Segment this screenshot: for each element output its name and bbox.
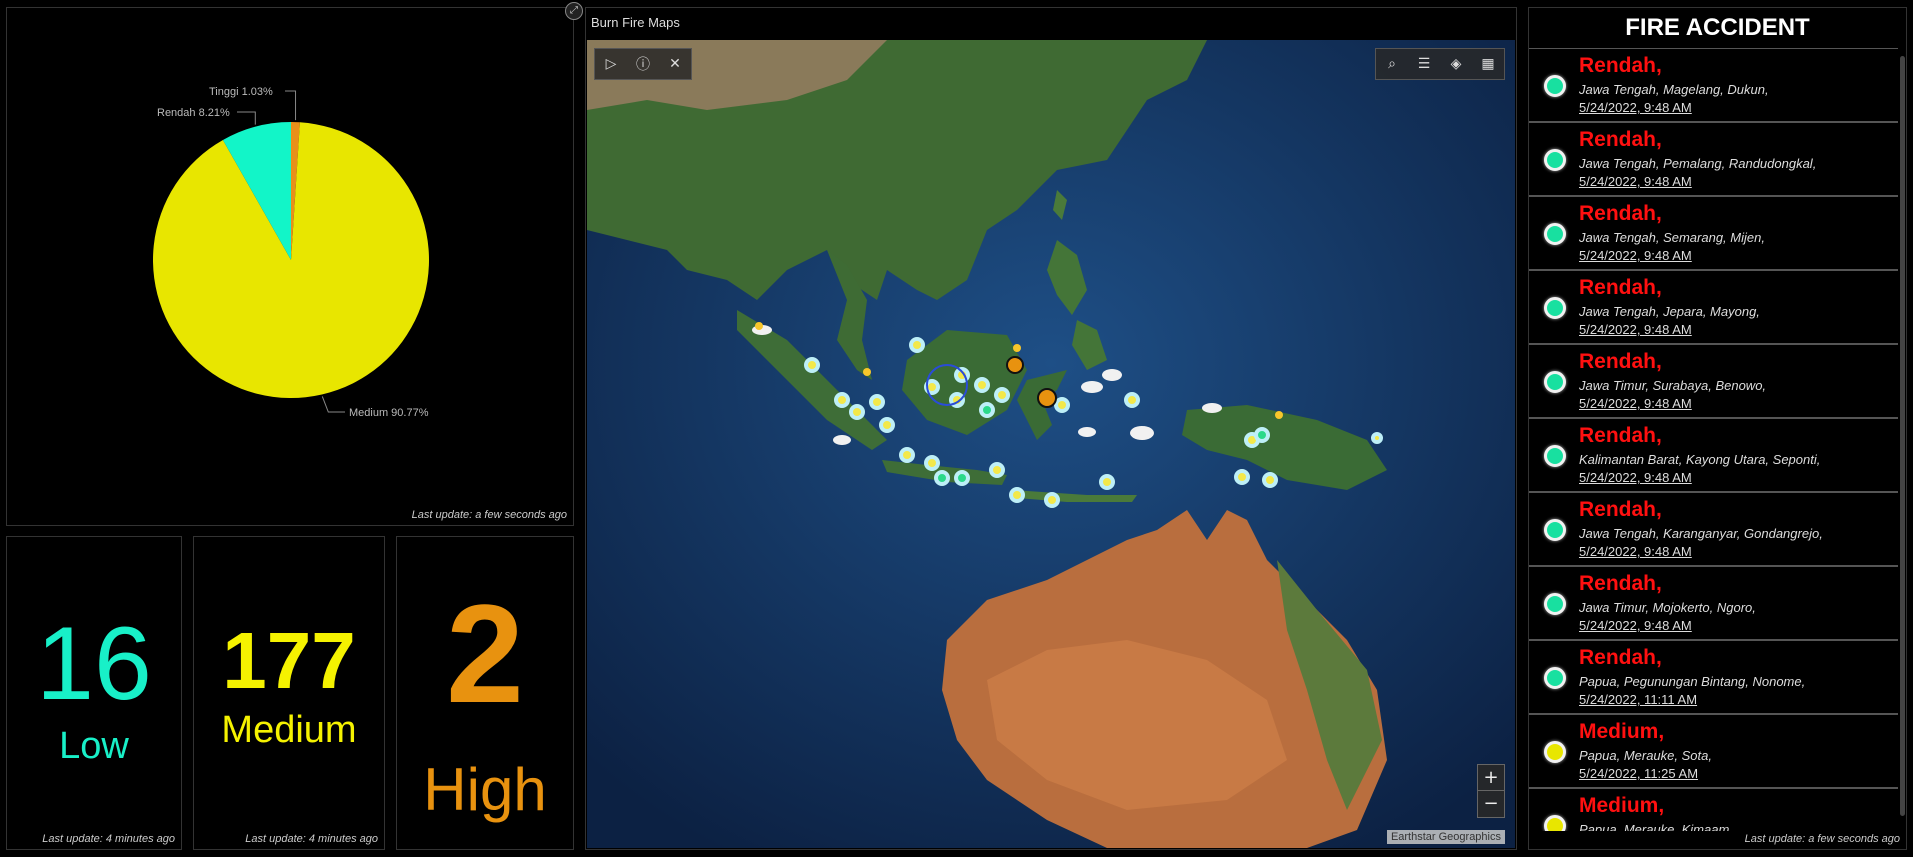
indicator-high-label: High — [423, 756, 547, 823]
list-item[interactable]: Rendah, Jawa Timur, Mojokerto, Ngoro, 5/24… — [1529, 566, 1898, 640]
item-level: Rendah, — [1579, 424, 1662, 447]
item-level: Rendah, — [1579, 350, 1662, 373]
list-item[interactable]: Rendah, Kalimantan Barat, Kayong Utara, S… — [1529, 418, 1898, 492]
pie-chart: Tinggi 1.03% Medium 90.77% Rendah 8.21% — [152, 86, 429, 419]
item-level: Rendah, — [1579, 498, 1662, 521]
indicator-high: 2 High — [396, 536, 574, 850]
item-location: Papua, Pegunungan Bintang, Nonome, — [1579, 674, 1806, 689]
item-location: Jawa Tengah, Semarang, Mijen, — [1579, 230, 1765, 245]
pie-label-medium: Medium 90.77% — [349, 407, 429, 419]
status-dot-icon — [1544, 667, 1566, 689]
layers-icon[interactable]: ◈ — [1440, 49, 1472, 79]
item-location: Jawa Tengah, Karanganyar, Gondangrejo, — [1579, 526, 1823, 541]
indicator-medium: 177 Medium Last update: 4 minutes ago — [193, 536, 385, 850]
item-level: Rendah, — [1579, 128, 1662, 151]
list-item[interactable]: Rendah, Jawa Tengah, Pemalang, Randudongk… — [1529, 122, 1898, 196]
list-item[interactable]: Rendah, Jawa Tengah, Karanganyar, Gondang… — [1529, 492, 1898, 566]
indicator-low: 16 Low Last update: 4 minutes ago — [6, 536, 182, 850]
indicator-medium-last-update: Last update: 4 minutes ago — [245, 833, 378, 845]
item-level: Rendah, — [1579, 646, 1662, 669]
item-date[interactable]: 5/24/2022, 9:48 AM — [1579, 100, 1692, 115]
expand-icon[interactable]: ⤢ — [565, 2, 583, 20]
map-basemap — [587, 40, 1515, 848]
item-level: Medium, — [1579, 720, 1665, 743]
info-icon[interactable]: ⓘ — [627, 49, 659, 79]
pie-leader-line — [321, 396, 345, 413]
item-location: Kalimantan Barat, Kayong Utara, Seponti, — [1579, 452, 1821, 467]
item-date[interactable]: 5/24/2022, 9:48 AM — [1579, 322, 1692, 337]
list-scrollbar[interactable] — [1900, 56, 1905, 816]
item-location: Papua, Merauke, Sota, — [1579, 748, 1712, 763]
status-dot-icon — [1544, 371, 1566, 393]
item-location: Jawa Timur, Mojokerto, Ngoro, — [1579, 600, 1756, 615]
indicator-medium-value: 177 — [222, 616, 356, 705]
pie-leader-line — [237, 111, 256, 125]
status-dot-icon — [1544, 445, 1566, 467]
item-location: Jawa Timur, Surabaya, Benowo, — [1579, 378, 1767, 393]
fire-accident-list[interactable]: Rendah, Jawa Tengah, Magelang, Dukun, 5/24… — [1529, 48, 1898, 831]
list-item[interactable]: Medium, Papua, Merauke, Kimaam, — [1529, 788, 1898, 831]
map-panel: Burn Fire Maps ▷ ⓘ ✕ ⌕ ☰ ◈ ▦ + − Earthst… — [585, 7, 1517, 850]
list-last-update: Last update: a few seconds ago — [1744, 833, 1900, 845]
indicator-medium-label: Medium — [221, 709, 357, 751]
map-widget-toolbar: ⌕ ☰ ◈ ▦ — [1375, 48, 1505, 80]
item-location: Jawa Tengah, Pemalang, Randudongkal, — [1579, 156, 1817, 171]
fire-accident-list-panel: FIRE ACCIDENT Rendah, Jawa Tengah, Magela… — [1528, 7, 1907, 850]
status-dot-icon — [1544, 815, 1566, 831]
item-level: Rendah, — [1579, 276, 1662, 299]
zoom-out-button[interactable]: − — [1478, 791, 1504, 817]
item-level: Rendah, — [1579, 54, 1662, 77]
status-dot-icon — [1544, 593, 1566, 615]
indicator-high-value: 2 — [446, 575, 524, 732]
item-date[interactable]: 5/24/2022, 11:11 AM — [1579, 692, 1697, 707]
list-item[interactable]: Medium, Papua, Merauke, Sota, 5/24/2022, 1… — [1529, 714, 1898, 788]
indicator-low-value: 16 — [36, 606, 152, 722]
play-icon[interactable]: ▷ — [595, 49, 627, 79]
search-icon[interactable]: ⌕ — [1376, 49, 1408, 79]
list-item[interactable]: Rendah, Jawa Timur, Surabaya, Benowo, 5/24… — [1529, 344, 1898, 418]
item-date[interactable]: 5/24/2022, 9:48 AM — [1579, 470, 1692, 485]
item-date[interactable]: 5/24/2022, 9:48 AM — [1579, 396, 1692, 411]
status-dot-icon — [1544, 223, 1566, 245]
map-attribution[interactable]: Earthstar Geographics — [1386, 830, 1505, 844]
item-location: Papua, Merauke, Kimaam, — [1579, 822, 1733, 831]
status-dot-icon — [1544, 75, 1566, 97]
item-level: Rendah, — [1579, 202, 1662, 225]
item-location: Jawa Tengah, Jepara, Mayong, — [1579, 304, 1760, 319]
pie-chart-panel: Tinggi 1.03% Medium 90.77% Rendah 8.21% La… — [6, 7, 574, 526]
item-location: Jawa Tengah, Magelang, Dukun, — [1579, 82, 1769, 97]
item-level: Rendah, — [1579, 572, 1662, 595]
list-item[interactable]: Rendah, Jawa Tengah, Jepara, Mayong, 5/24/… — [1529, 270, 1898, 344]
pie-label-rendah: Rendah 8.21% — [157, 107, 230, 119]
pie-leader-line — [285, 90, 297, 121]
status-dot-icon — [1544, 297, 1566, 319]
close-icon[interactable]: ✕ — [659, 49, 691, 79]
list-item[interactable]: Rendah, Papua, Pegunungan Bintang, Nonome… — [1529, 640, 1898, 714]
item-date[interactable]: 5/24/2022, 9:48 AM — [1579, 174, 1692, 189]
map-action-toolbar: ▷ ⓘ ✕ — [594, 48, 692, 80]
basemap-gallery-icon[interactable]: ▦ — [1472, 49, 1504, 79]
zoom-controls: + − — [1477, 764, 1505, 818]
item-level: Medium, — [1579, 794, 1665, 817]
indicator-low-label: Low — [59, 725, 129, 767]
pie-last-update: Last update: a few seconds ago — [411, 509, 567, 521]
legend-icon[interactable]: ☰ — [1408, 49, 1440, 79]
item-date[interactable]: 5/24/2022, 11:25 AM — [1579, 766, 1698, 781]
map-title: Burn Fire Maps — [591, 15, 680, 30]
item-date[interactable]: 5/24/2022, 9:48 AM — [1579, 248, 1692, 263]
list-item[interactable]: Rendah, Jawa Tengah, Magelang, Dukun, 5/24… — [1529, 48, 1898, 122]
list-item[interactable]: Rendah, Jawa Tengah, Semarang, Mijen, 5/24… — [1529, 196, 1898, 270]
pie-label-tinggi: Tinggi 1.03% — [209, 86, 273, 98]
zoom-in-button[interactable]: + — [1478, 765, 1504, 791]
item-date[interactable]: 5/24/2022, 9:48 AM — [1579, 618, 1692, 633]
map-view[interactable]: ▷ ⓘ ✕ ⌕ ☰ ◈ ▦ + − Earthstar Geographics — [587, 40, 1515, 848]
item-date[interactable]: 5/24/2022, 9:48 AM — [1579, 544, 1692, 559]
status-dot-icon — [1544, 149, 1566, 171]
indicator-low-last-update: Last update: 4 minutes ago — [42, 833, 175, 845]
status-dot-icon — [1544, 519, 1566, 541]
list-title: FIRE ACCIDENT — [1625, 14, 1810, 41]
status-dot-icon — [1544, 741, 1566, 763]
